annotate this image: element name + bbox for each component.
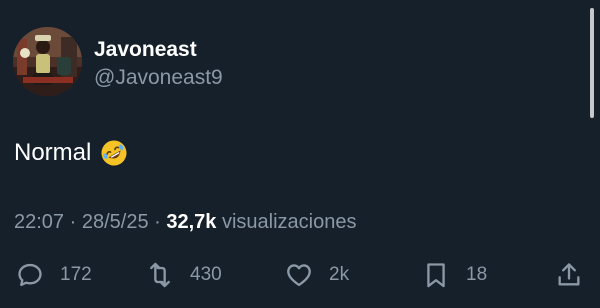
repost-icon [150,262,170,288]
tweet-text: Normal [14,138,128,168]
repost-count: 430 [190,264,222,285]
repost-button[interactable]: 430 [146,258,222,292]
views-count: 32,7k [166,211,217,233]
reply-icon [18,263,42,287]
bookmark-count: 18 [466,264,488,285]
bookmark-icon [427,263,445,288]
profile-photo-icon [13,27,82,96]
rolling-laughing-emoji-icon [100,139,128,167]
avatar[interactable] [13,27,82,96]
tweet-meta: 22:07 · 28/5/25 · 32,7k visualizaciones [14,209,357,235]
author-display-name[interactable]: Javoneast [94,38,197,62]
tweet-text-content: Normal [14,139,92,166]
share-button[interactable] [555,258,583,292]
meta-separator: · [148,211,167,233]
heart-icon [287,264,311,287]
like-count: 2k [329,264,350,285]
reply-button[interactable]: 172 [16,258,92,292]
scrollbar[interactable] [590,8,594,118]
share-icon [558,263,580,286]
views-label: visualizaciones [216,211,357,233]
bookmark-button[interactable]: 18 [422,258,487,292]
reply-count: 172 [60,264,92,285]
author-handle[interactable]: @Javoneast9 [94,66,223,90]
action-bar: 172 430 2k 18 [0,258,600,292]
tweet-date[interactable]: 28/5/25 [82,211,149,233]
meta-separator: · [64,211,82,233]
tweet-time[interactable]: 22:07 [14,211,64,233]
like-button[interactable]: 2k [285,258,349,292]
